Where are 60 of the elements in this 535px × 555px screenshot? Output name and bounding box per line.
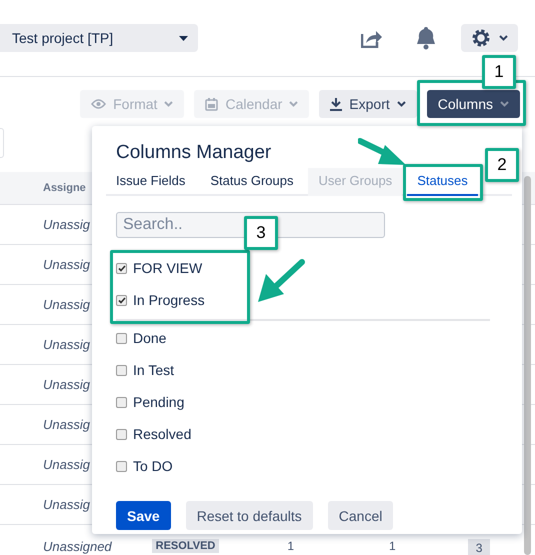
- checkbox-item[interactable]: Done: [116, 327, 166, 349]
- step-number: 2: [485, 148, 519, 182]
- table-cell: 3: [468, 539, 490, 555]
- table-cell: Unassig: [43, 377, 90, 392]
- export-button[interactable]: Export: [319, 90, 417, 118]
- calendar-icon: [205, 98, 218, 110]
- status-badge: RESOLVED: [152, 539, 220, 553]
- panel-title: Columns Manager: [116, 142, 272, 164]
- settings-button[interactable]: [461, 24, 518, 52]
- chevron-icon: [289, 101, 298, 107]
- checkbox[interactable]: [116, 428, 127, 440]
- table-cell: Unassig: [43, 257, 90, 272]
- arrow: [256, 258, 306, 304]
- save-button[interactable]: Save: [116, 501, 171, 530]
- checkbox[interactable]: [116, 364, 127, 376]
- table-cell: Unassig: [43, 497, 90, 512]
- table-cell: 1: [287, 539, 294, 553]
- checkbox-item[interactable]: To DO: [116, 455, 173, 477]
- checkbox[interactable]: [116, 460, 127, 472]
- table-cell: Unassig: [43, 457, 90, 472]
- checkbox-item[interactable]: FOR VIEW: [116, 257, 202, 279]
- eye-icon: [91, 99, 106, 109]
- checkbox[interactable]: [116, 262, 127, 274]
- table-cell: Unassig: [43, 217, 90, 232]
- bell-icon[interactable]: [415, 26, 437, 50]
- checkbox-item[interactable]: Pending: [116, 391, 184, 413]
- table-cell: Unassig: [43, 417, 90, 432]
- chevron-icon: [396, 101, 406, 107]
- arrow: [358, 138, 408, 168]
- columns-button[interactable]: Columns: [426, 90, 520, 118]
- action-button[interactable]: Cancel: [328, 501, 394, 530]
- project-select[interactable]: Test project [TP]: [0, 24, 198, 52]
- tab[interactable]: Status Groups: [200, 168, 304, 196]
- checkbox[interactable]: [116, 396, 127, 408]
- chevron-icon: [164, 101, 174, 107]
- checkbox-item[interactable]: In Progress: [116, 289, 205, 311]
- share-icon[interactable]: [361, 28, 383, 48]
- check-icon: [118, 264, 126, 272]
- table-cell: Unassig: [43, 337, 90, 352]
- column-header: Assigne: [43, 182, 86, 194]
- tab[interactable]: Issue Fields: [106, 168, 196, 196]
- settings-icon: [471, 28, 491, 48]
- table-cell: Unassigned: [43, 539, 112, 554]
- check-icon: [118, 296, 126, 304]
- step-number: 1: [482, 55, 516, 89]
- action-button[interactable]: Reset to defaults: [186, 501, 313, 530]
- checkbox-item[interactable]: In Test: [116, 359, 174, 381]
- tab[interactable]: Statuses: [407, 168, 478, 196]
- project-name: Test project [TP]: [12, 30, 114, 46]
- checkbox[interactable]: [116, 294, 127, 306]
- chevron-icon: [500, 101, 509, 107]
- table-cell: Unassig: [43, 297, 90, 312]
- table-cell: 1: [389, 539, 396, 553]
- download-icon: [330, 98, 342, 110]
- checkbox-item[interactable]: Resolved: [116, 423, 192, 445]
- scrollbar[interactable]: [524, 176, 531, 555]
- step-number: 3: [244, 216, 278, 250]
- chevron-icon: [499, 35, 508, 41]
- checkbox[interactable]: [116, 332, 127, 344]
- caret-icon: [179, 36, 188, 40]
